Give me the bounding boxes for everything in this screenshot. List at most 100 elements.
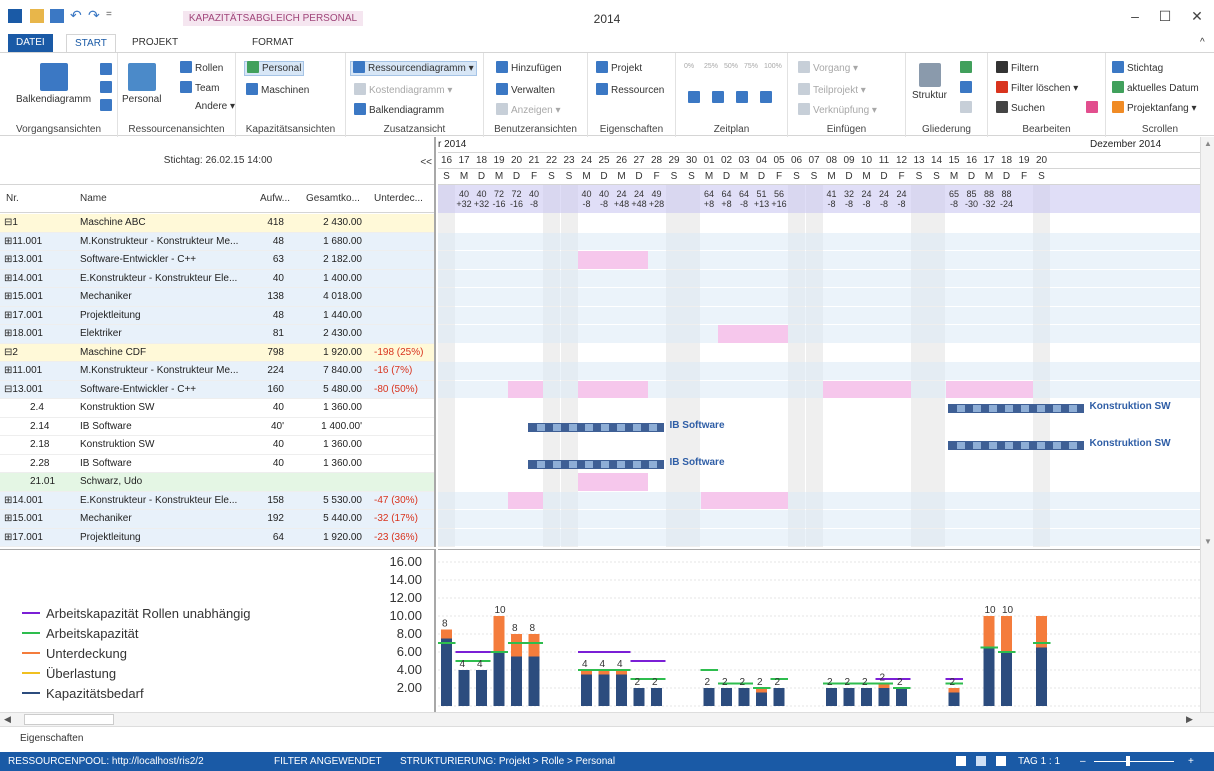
zoom-slider-thumb[interactable] — [1126, 756, 1130, 766]
progress-100-button[interactable]: 100% — [764, 63, 782, 70]
scroll-thumb[interactable] — [24, 714, 114, 725]
tab-format[interactable]: FORMAT — [244, 34, 301, 52]
anzeigen-button[interactable]: Anzeigen ▾ — [496, 103, 561, 116]
table-row[interactable]: ⊟1 Maschine ABC 418 2 430.00 — [0, 214, 434, 233]
teilprojekt-button[interactable]: Teilprojekt ▾ — [798, 83, 866, 96]
tab-start[interactable]: START — [66, 34, 116, 52]
col-name[interactable]: Name — [80, 193, 107, 204]
col-nr[interactable]: Nr. — [6, 193, 19, 204]
hinzufuegen-button[interactable]: Hinzufügen — [496, 61, 562, 74]
team-button[interactable]: Team — [180, 81, 219, 94]
zoom-slider[interactable] — [1094, 761, 1174, 762]
table-row[interactable]: ⊞17.001 Projektleitung 64 1 920.00 -23 (36%) — [0, 528, 434, 547]
tab-projekt[interactable]: PROJEKT — [124, 34, 186, 52]
table-row[interactable]: ⊞17.001 Projektleitung 48 1 440.00 — [0, 306, 434, 325]
gantt-bar[interactable] — [947, 404, 1084, 413]
table-row[interactable]: ⊞11.001 M.Konstrukteur - Konstrukteur Me.… — [0, 362, 434, 381]
gantt-bar[interactable] — [947, 441, 1084, 450]
gliederung-icon-2[interactable] — [960, 81, 972, 93]
row-gesamtkosten: 1 360.00 — [323, 439, 362, 450]
table-row[interactable]: 2.18 Konstruktion SW 40 1 360.00 — [0, 436, 434, 455]
andere-button[interactable]: Andere ▾ — [195, 101, 235, 112]
kapazitaet-personal-button[interactable]: Personal — [244, 61, 305, 76]
zeitplan-icon-3[interactable] — [736, 91, 748, 103]
rollen-button[interactable]: Rollen — [180, 61, 223, 74]
table-row[interactable]: ⊟2 Maschine CDF 798 1 920.00 -198 (25%) — [0, 343, 434, 362]
filtern-button[interactable]: Filtern — [996, 61, 1039, 74]
collapse-ribbon-button[interactable]: ^ — [1192, 34, 1213, 52]
view-icon-3[interactable] — [100, 99, 112, 111]
shortfall-bar — [441, 629, 452, 639]
scroll-up-icon[interactable]: ▲ — [1204, 139, 1212, 148]
demand-bar — [843, 688, 855, 706]
scroll-left-icon[interactable]: ◀ — [4, 714, 11, 725]
maximize-button[interactable]: ☐ — [1154, 8, 1176, 26]
col-unterdeckung[interactable]: Unterdec... — [374, 193, 423, 204]
progress-50-button[interactable]: 50% — [724, 63, 738, 70]
view-resource-icon[interactable] — [996, 756, 1006, 766]
eraser-icon[interactable] — [1086, 101, 1098, 113]
kapazitaet-maschinen-button[interactable]: Maschinen — [246, 83, 309, 96]
gliederung-icon-1[interactable] — [960, 61, 972, 73]
view-gantt-icon[interactable] — [976, 756, 986, 766]
zeitplan-icon-2[interactable] — [712, 91, 724, 103]
projektanfang-button[interactable]: Projektanfang ▾ — [1112, 101, 1197, 114]
table-row[interactable]: ⊞15.001 Mechaniker 138 4 018.00 — [0, 288, 434, 307]
verknuepfung-button[interactable]: Verknüpfung ▾ — [798, 103, 877, 116]
row-name: M.Konstrukteur - Konstrukteur Me... — [80, 365, 239, 376]
filter-loeschen-button[interactable]: Filter löschen ▾ — [996, 81, 1078, 94]
zeitplan-icon-1[interactable] — [688, 91, 700, 103]
properties-tab[interactable]: Eigenschaften — [20, 733, 83, 744]
table-row[interactable]: ⊞13.001 Software-Entwickler - C++ 63 2 182.… — [0, 251, 434, 270]
projekt-eig-button[interactable]: Projekt — [596, 61, 642, 74]
projekt-eig-icon — [596, 61, 608, 73]
table-row[interactable]: ⊞11.001 M.Konstrukteur - Konstrukteur Me.… — [0, 232, 434, 251]
gliederung-icon-3[interactable] — [960, 101, 972, 113]
table-row[interactable]: 2.14 IB Software 40' 1 400.00' — [0, 418, 434, 436]
aktuelles-datum-button[interactable]: aktuelles Datum — [1112, 81, 1199, 94]
table-row[interactable]: ⊞18.001 Elektriker 81 2 430.00 — [0, 325, 434, 344]
col-gesamtkosten[interactable]: Gesamtko... — [306, 193, 360, 204]
zoom-out-button[interactable]: – — [1080, 756, 1086, 767]
progress-0-button[interactable]: 0% — [684, 63, 694, 70]
data-label: 4 — [617, 659, 623, 670]
stichtag-button[interactable]: Stichtag — [1112, 61, 1163, 74]
day-label: 02 — [720, 155, 733, 166]
minimize-button[interactable]: – — [1124, 8, 1146, 26]
zusatz-balkendiagramm-button[interactable]: Balkendiagramm — [354, 103, 444, 116]
summary-bottom-value: -16 — [509, 199, 523, 209]
kostendiagramm-button[interactable]: Kostendiagramm ▾ — [354, 83, 452, 96]
struktur-button[interactable]: Struktur — [912, 63, 947, 101]
tab-datei[interactable]: DATEI — [8, 34, 53, 52]
suchen-button[interactable]: Suchen — [996, 101, 1045, 114]
vertical-scrollbar[interactable]: ▲ ▼ — [1200, 137, 1214, 712]
table-row[interactable]: 21.01 Schwarz, Udo — [0, 473, 434, 492]
progress-75-button[interactable]: 75% — [744, 63, 758, 70]
zeitplan-icon-4[interactable] — [760, 91, 772, 103]
progress-25-button[interactable]: 25% — [704, 63, 718, 70]
horizontal-scrollbar[interactable]: ◀ ▶ — [0, 712, 1214, 726]
table-row[interactable]: ⊞15.001 Mechaniker 192 5 440.00 -32 (17%) — [0, 510, 434, 529]
table-row[interactable]: ⊟13.001 Software-Entwickler - C++ 160 5 480… — [0, 380, 434, 399]
personal-view-button[interactable]: Personal — [122, 63, 161, 105]
ressourcen-eig-button[interactable]: Ressourcen — [596, 83, 664, 96]
ressourcendiagramm-button[interactable]: Ressourcendiagramm ▾ — [350, 61, 477, 76]
table-row[interactable]: ⊞14.001 E.Konstrukteur - Konstrukteur Ele… — [0, 491, 434, 510]
gantt-bar[interactable] — [527, 422, 664, 432]
scroll-right-icon[interactable]: ▶ — [1186, 714, 1193, 725]
gantt-bar[interactable] — [527, 459, 664, 469]
vorgang-button[interactable]: Vorgang ▾ — [798, 61, 858, 74]
close-button[interactable]: ✕ — [1186, 8, 1208, 26]
table-row[interactable]: 2.4 Konstruktion SW 40 1 360.00 — [0, 399, 434, 418]
verwalten-button[interactable]: Verwalten — [496, 83, 555, 96]
table-row[interactable]: ⊞14.001 E.Konstrukteur - Konstrukteur Ele… — [0, 269, 434, 288]
view-normal-icon[interactable] — [956, 756, 966, 766]
view-icon-1[interactable] — [100, 63, 112, 75]
view-icon-2[interactable] — [100, 81, 112, 93]
balkendiagramm-button[interactable]: Balkendiagramm — [16, 63, 91, 105]
col-aufwand[interactable]: Aufw... — [260, 193, 290, 204]
table-row[interactable]: 2.28 IB Software 40 1 360.00 — [0, 455, 434, 473]
collapse-table-button[interactable]: << — [420, 157, 432, 168]
scroll-down-icon[interactable]: ▼ — [1204, 537, 1212, 546]
zoom-in-button[interactable]: + — [1188, 756, 1194, 767]
